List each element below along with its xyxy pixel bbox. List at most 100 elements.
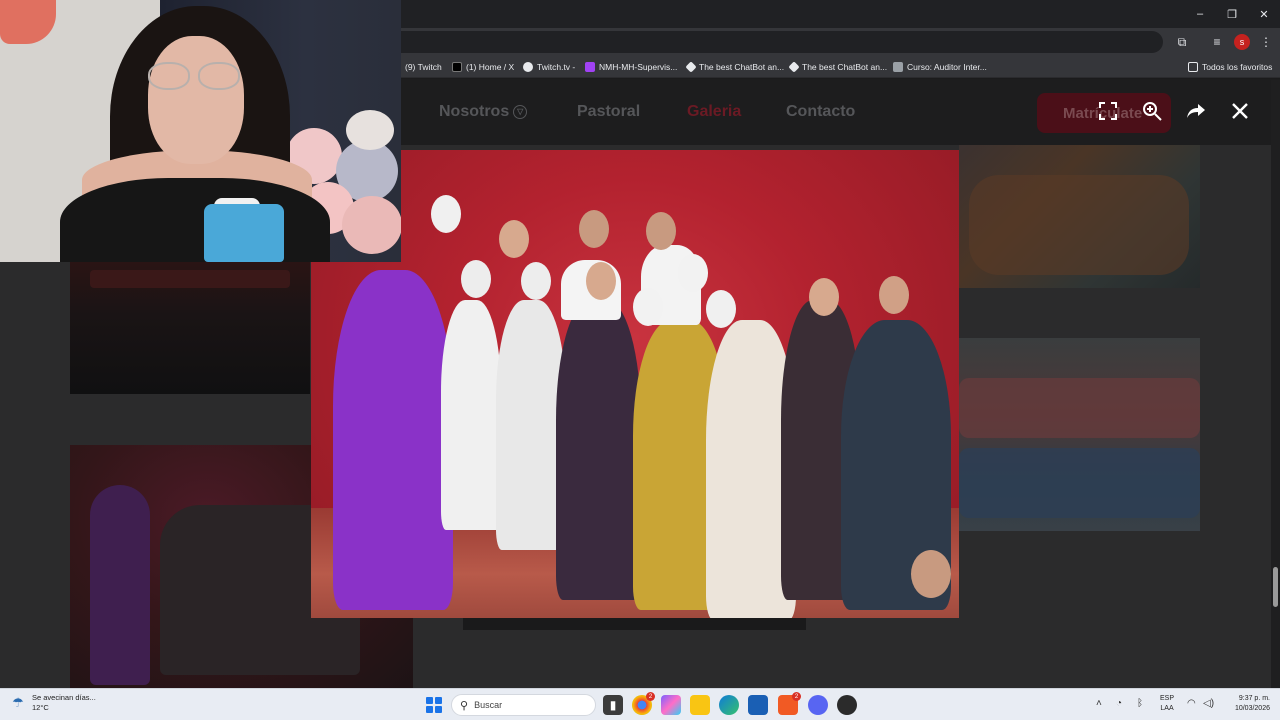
file-explorer-icon[interactable] — [690, 695, 710, 715]
bookmark-chatbot-1[interactable]: The best ChatBot an... — [685, 60, 784, 74]
webcam-overlay — [0, 0, 401, 262]
scrollbar-thumb[interactable] — [1273, 567, 1278, 607]
photo-face — [499, 220, 529, 258]
bookmark-label: NMH-MH-Supervis... — [599, 62, 678, 72]
clock-date: 10/03/2026 — [1234, 705, 1270, 712]
page-scrollbar[interactable] — [1271, 80, 1280, 688]
copilot-icon[interactable] — [661, 695, 681, 715]
bookmark-label: Twitch.tv - — [537, 62, 576, 72]
bookmark-label: (1) Home / X — [466, 62, 515, 72]
wifi-icon[interactable]: ◠ — [1187, 698, 1196, 709]
thumbnail-detail — [90, 270, 290, 288]
fullscreen-icon[interactable] — [1094, 97, 1122, 125]
nav-label: Nosotros — [439, 103, 510, 120]
task-view-icon[interactable]: ▮ — [603, 695, 623, 715]
restore-button[interactable]: ❐ — [1216, 0, 1248, 28]
photo-face — [521, 262, 551, 300]
language-indicator[interactable]: ESP LAA — [1160, 694, 1174, 714]
gallery-thumbnail[interactable] — [463, 618, 806, 630]
tray-icon[interactable]: ◔ — [1116, 698, 1122, 709]
photo-person — [556, 300, 641, 600]
nav-galeria[interactable]: Galeria — [687, 103, 741, 121]
webcam-face — [148, 36, 244, 164]
weather-temperature: 12°C — [32, 703, 49, 712]
photo-person — [333, 270, 453, 610]
zoom-in-icon[interactable] — [1138, 97, 1166, 125]
thumbnail-detail — [90, 485, 150, 685]
close-lightbox-icon[interactable] — [1226, 97, 1254, 125]
bookmark-twitch[interactable]: (9) Twitch — [405, 60, 442, 74]
x-icon — [452, 62, 462, 72]
share-icon[interactable] — [1182, 97, 1210, 125]
chevron-up-icon[interactable]: ˄ — [1096, 698, 1102, 709]
nav-nosotros[interactable]: Nosotros ▽ — [439, 103, 528, 121]
profile-avatar[interactable]: s — [1234, 34, 1250, 50]
app-icon[interactable] — [837, 695, 857, 715]
thumbnail-detail — [959, 378, 1200, 438]
webcam-top — [60, 178, 330, 262]
bluetooth-icon[interactable]: ᛒ — [1137, 698, 1143, 709]
photo-face — [879, 276, 909, 314]
extensions-icon[interactable]: ⧉ — [1174, 34, 1190, 50]
brave-icon[interactable]: 2 — [778, 692, 801, 715]
webcam-plush — [342, 196, 401, 254]
weather-text: Se avecinan días... 12°C — [32, 693, 96, 713]
folder-icon — [1188, 62, 1198, 72]
gallery-thumbnail[interactable] — [959, 338, 1200, 531]
nav-contacto[interactable]: Contacto — [786, 103, 855, 121]
windows-taskbar: ☂ Se avecinan días... 12°C ⚲ Buscar ▮ 2 … — [0, 688, 1280, 720]
bookmark-label: Curso: Auditor Inter... — [907, 62, 987, 72]
chevron-down-icon: ▽ — [513, 104, 528, 119]
keyboard-layout: LAA — [1160, 705, 1174, 712]
bookmark-x-home[interactable]: (1) Home / X — [452, 60, 514, 74]
photo-face — [911, 550, 951, 598]
notification-badge: 2 — [792, 692, 801, 701]
gallery-thumbnail[interactable] — [70, 262, 310, 394]
search-placeholder: Buscar — [474, 700, 503, 710]
clock[interactable]: 9:37 p. m. 10/03/2026 — [1222, 694, 1270, 714]
gallery-thumbnail[interactable] — [959, 145, 1200, 288]
photo-face — [809, 278, 839, 316]
menu-icon[interactable]: ⋮ — [1258, 34, 1274, 50]
windows-logo-icon — [435, 706, 442, 713]
store-icon[interactable] — [748, 695, 768, 715]
photo-face — [431, 195, 461, 233]
bookmark-chatbot-2[interactable]: The best ChatBot an... — [788, 60, 888, 74]
chatbot-icon — [685, 61, 697, 73]
close-window-button[interactable]: ✕ — [1248, 0, 1280, 28]
weather-widget[interactable]: ☂ Se avecinan días... 12°C — [10, 693, 96, 713]
webcam-cup — [204, 204, 284, 262]
discord-icon[interactable] — [808, 695, 828, 715]
bookmark-label: The best ChatBot an... — [802, 62, 888, 72]
nav-pastoral[interactable]: Pastoral — [577, 103, 640, 121]
weather-forecast: Se avecinan días... — [32, 693, 96, 702]
bookmark-curso[interactable]: Curso: Auditor Inter... — [893, 60, 987, 74]
window-controls: – ❐ ✕ — [1184, 0, 1280, 28]
photo-face — [646, 212, 676, 250]
media-controls-icon[interactable]: ≡ — [1209, 34, 1225, 50]
chatbot-icon — [788, 61, 800, 73]
language-code: ESP — [1160, 695, 1175, 702]
notification-badge: 2 — [646, 692, 655, 701]
all-bookmarks-label: Todos los favoritos — [1202, 62, 1273, 72]
photo-face — [461, 260, 491, 298]
windows-logo-icon — [435, 697, 442, 704]
doc-icon — [585, 62, 595, 72]
bookmark-nmh[interactable]: NMH-MH-Supervis... — [585, 60, 677, 74]
chrome-icon[interactable]: 2 — [632, 692, 655, 715]
lightbox-photo[interactable] — [311, 150, 959, 618]
thumbnail-detail — [969, 175, 1189, 275]
minimize-button[interactable]: – — [1184, 0, 1216, 28]
thumbnail-detail — [959, 448, 1200, 518]
windows-logo-icon — [426, 697, 433, 704]
start-button[interactable] — [426, 697, 442, 713]
glasses-icon — [146, 62, 246, 92]
bookmark-label: (9) Twitch — [405, 62, 442, 72]
windows-logo-icon — [426, 706, 433, 713]
volume-icon[interactable]: ◁) — [1203, 698, 1214, 709]
bookmark-twitch-tv[interactable]: Twitch.tv - — [523, 60, 575, 74]
webcam-plush — [346, 110, 394, 150]
taskbar-search[interactable]: ⚲ Buscar — [451, 694, 596, 716]
all-bookmarks-button[interactable]: Todos los favoritos — [1188, 60, 1272, 74]
edge-icon[interactable] — [719, 695, 739, 715]
